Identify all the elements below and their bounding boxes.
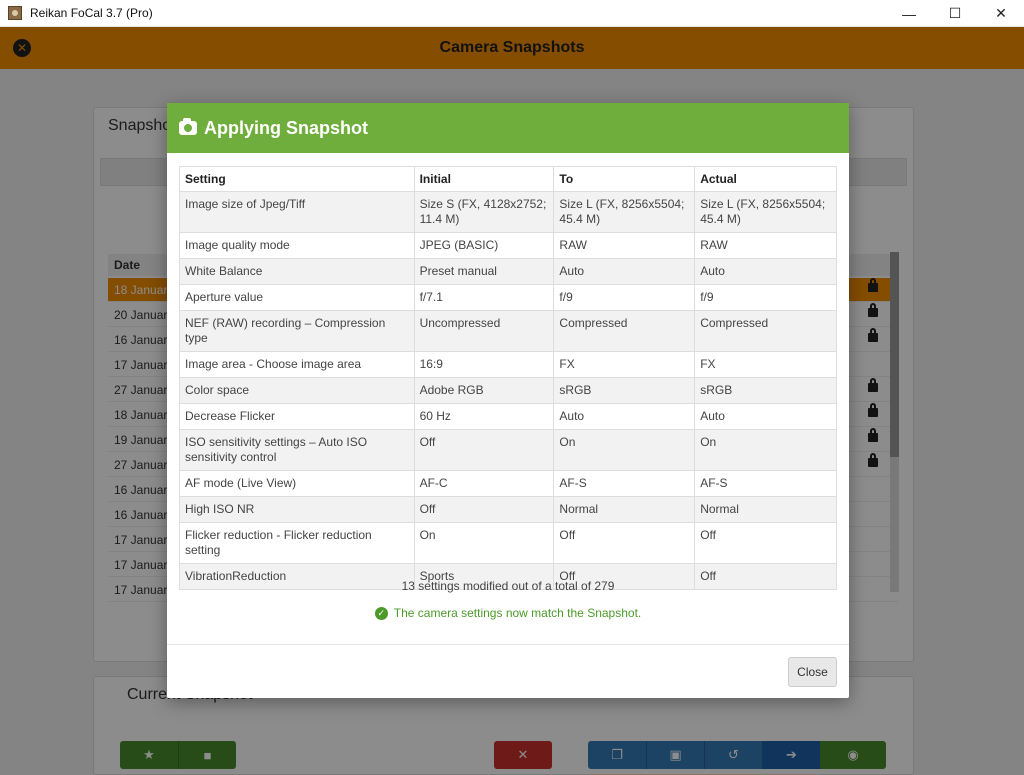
- actual-cell: Auto: [694, 403, 837, 430]
- setting-cell: Image quality mode: [179, 232, 415, 259]
- setting-cell: Image size of Jpeg/Tiff: [179, 191, 415, 233]
- settings-table: Setting Initial To Actual Image size of …: [179, 166, 837, 590]
- initial-cell: AF-C: [413, 470, 555, 497]
- setting-cell: Decrease Flicker: [179, 403, 415, 430]
- setting-cell: White Balance: [179, 258, 415, 285]
- actual-cell: FX: [694, 351, 837, 378]
- table-row: ISO sensitivity settings – Auto ISO sens…: [179, 429, 837, 471]
- actual-cell: RAW: [694, 232, 837, 259]
- window-title: Reikan FoCal 3.7 (Pro): [30, 6, 153, 20]
- window-close-button[interactable]: ✕: [978, 0, 1024, 27]
- table-row: Image area - Choose image area 16:9 FX FX: [179, 351, 837, 378]
- table-row: NEF (RAW) recording – Compression type Un…: [179, 310, 837, 352]
- table-row: Color space Adobe RGB sRGB sRGB: [179, 377, 837, 404]
- initial-cell: Adobe RGB: [413, 377, 555, 404]
- actual-cell: f/9: [694, 284, 837, 311]
- minimize-button[interactable]: —: [886, 0, 932, 27]
- setting-cell: Flicker reduction - Flicker reduction se…: [179, 522, 415, 564]
- modification-summary: 13 settings modified out of a total of 2…: [401, 579, 615, 593]
- initial-cell: Preset manual: [413, 258, 555, 285]
- initial-cell: 16:9: [413, 351, 555, 378]
- table-row: High ISO NR Off Normal Normal: [179, 496, 837, 523]
- to-cell: Off: [553, 522, 696, 564]
- table-row: Aperture value f/7.1 f/9 f/9: [179, 284, 837, 311]
- actual-cell: Normal: [694, 496, 837, 523]
- to-cell: RAW: [553, 232, 696, 259]
- setting-cell: NEF (RAW) recording – Compression type: [179, 310, 415, 352]
- to-cell: Auto: [553, 258, 696, 285]
- table-row: White Balance Preset manual Auto Auto: [179, 258, 837, 285]
- setting-cell: Image area - Choose image area: [179, 351, 415, 378]
- table-row: Image size of Jpeg/Tiff Size S (FX, 4128x…: [179, 191, 837, 233]
- initial-cell: 60 Hz: [413, 403, 555, 430]
- table-row: Decrease Flicker 60 Hz Auto Auto: [179, 403, 837, 430]
- to-cell: sRGB: [553, 377, 696, 404]
- success-message-text: The camera settings now match the Snapsh…: [393, 606, 642, 620]
- close-button[interactable]: Close: [788, 657, 837, 687]
- to-cell: FX: [553, 351, 696, 378]
- applying-snapshot-dialog: Applying Snapshot Setting Initial To Act…: [167, 103, 849, 698]
- actual-cell: Auto: [694, 258, 837, 285]
- setting-cell: Aperture value: [179, 284, 415, 311]
- table-row: Image quality mode JPEG (BASIC) RAW RAW: [179, 232, 837, 259]
- to-cell: On: [553, 429, 696, 471]
- column-header-setting: Setting: [179, 166, 415, 192]
- setting-cell: ISO sensitivity settings – Auto ISO sens…: [179, 429, 415, 471]
- initial-cell: Size S (FX, 4128x2752; 11.4 M): [413, 191, 555, 233]
- column-header-initial: Initial: [413, 166, 555, 192]
- to-cell: f/9: [553, 284, 696, 311]
- table-row: AF mode (Live View) AF-C AF-S AF-S: [179, 470, 837, 497]
- actual-cell: Compressed: [694, 310, 837, 352]
- maximize-button[interactable]: ☐: [932, 0, 978, 27]
- check-circle-icon: ✓: [374, 606, 388, 620]
- to-cell: Compressed: [553, 310, 696, 352]
- initial-cell: Off: [413, 496, 555, 523]
- to-cell: Auto: [553, 403, 696, 430]
- initial-cell: f/7.1: [413, 284, 555, 311]
- initial-cell: JPEG (BASIC): [413, 232, 555, 259]
- to-cell: AF-S: [553, 470, 696, 497]
- setting-cell: AF mode (Live View): [179, 470, 415, 497]
- actual-cell: AF-S: [694, 470, 837, 497]
- actual-cell: On: [694, 429, 837, 471]
- initial-cell: On: [413, 522, 555, 564]
- app-logo-icon: [8, 6, 22, 20]
- setting-cell: High ISO NR: [179, 496, 415, 523]
- actual-cell: Off: [694, 522, 837, 564]
- actual-cell: Size L (FX, 8256x5504; 45.4 M): [694, 191, 837, 233]
- actual-cell: sRGB: [694, 377, 837, 404]
- window-controls: — ☐ ✕: [886, 0, 1024, 27]
- initial-cell: Uncompressed: [413, 310, 555, 352]
- initial-cell: Off: [413, 429, 555, 471]
- to-cell: Size L (FX, 8256x5504; 45.4 M): [553, 191, 696, 233]
- column-header-actual: Actual: [694, 166, 837, 192]
- dialog-title: Applying Snapshot: [204, 117, 368, 138]
- success-message: ✓ The camera settings now match the Snap…: [167, 606, 849, 620]
- window-titlebar: Reikan FoCal 3.7 (Pro) — ☐ ✕: [0, 0, 1024, 27]
- camera-icon: [179, 118, 197, 135]
- table-row: Flicker reduction - Flicker reduction se…: [179, 522, 837, 564]
- setting-cell: Color space: [179, 377, 415, 404]
- dialog-header: Applying Snapshot: [167, 103, 849, 153]
- to-cell: Normal: [553, 496, 696, 523]
- dialog-footer-divider: [167, 644, 849, 645]
- column-header-to: To: [553, 166, 696, 192]
